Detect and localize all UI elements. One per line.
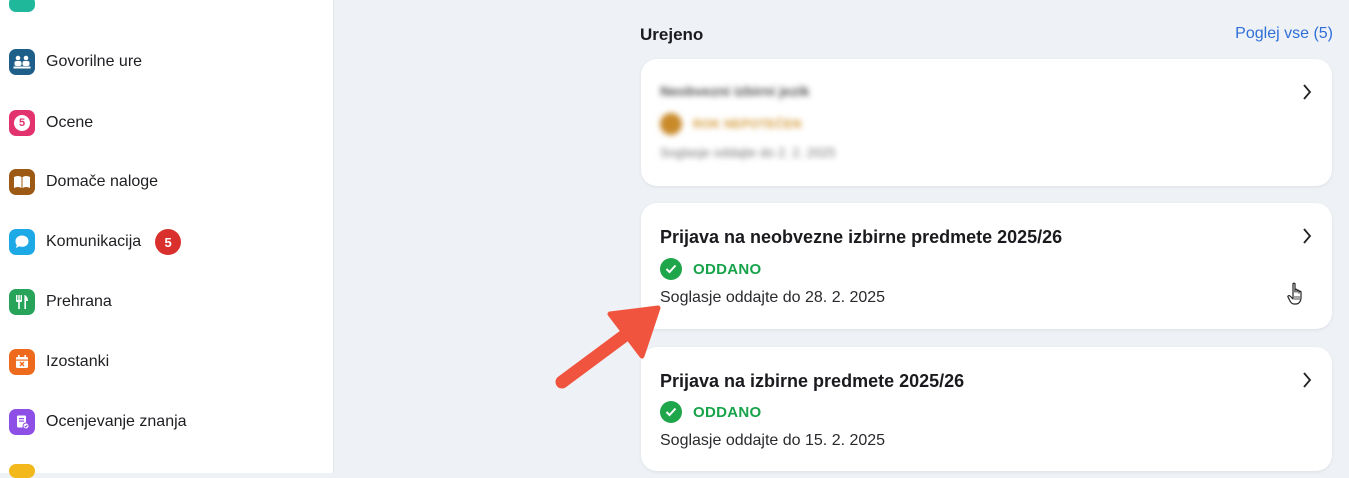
sidebar-item-komunikacija[interactable]: Komunikacija 5 — [9, 228, 182, 256]
consent-card[interactable]: Neobvezni izbirni jezik ROK NEPOTEČEN So… — [641, 59, 1332, 186]
book-icon — [9, 169, 35, 195]
card-deadline: Soglasje oddajte do 15. 2. 2025 — [660, 432, 886, 449]
grade-icon: 5 — [9, 110, 35, 136]
sidebar-item-label: Govorilne ure — [46, 53, 143, 70]
status-text: ODDANO — [693, 403, 762, 421]
consent-card[interactable]: Prijava na izbirne predmete 2025/26 ODDA… — [641, 347, 1332, 471]
sidebar-item-label: Domače naloge — [46, 173, 159, 190]
sidebar-item-govorilne-ure[interactable]: Govorilne ure — [9, 48, 142, 76]
card-title: Neobvezni izbirni jezik — [660, 83, 810, 99]
card-deadline: Soglasje oddajte do 2. 2. 2025 — [660, 145, 836, 160]
sidebar: Govorilne ure 5 Ocene Domače naloge Komu… — [0, 0, 334, 478]
card-deadline: Soglasje oddajte do 28. 2. 2025 — [660, 289, 886, 306]
chevron-right-icon — [1303, 84, 1312, 100]
calendar-x-icon — [9, 349, 35, 375]
sidebar-item-partial-bottom[interactable] — [9, 464, 35, 478]
status-icon — [660, 113, 682, 135]
hand-cursor-icon — [1287, 282, 1302, 305]
people-icon — [9, 49, 35, 75]
sidebar-item-label: Prehrana — [46, 293, 112, 310]
sidebar-item-izostanki[interactable]: Izostanki — [9, 348, 109, 376]
status-text: ODDANO — [693, 260, 762, 278]
card-status: ODDANO — [660, 401, 761, 423]
sidebar-item-label: Ocenjevanje znanja — [46, 413, 187, 430]
card-title: Prijava na izbirne predmete 2025/26 — [660, 371, 965, 391]
card-status: ROK NEPOTEČEN — [660, 113, 802, 135]
check-circle-icon — [660, 258, 682, 280]
sidebar-item-ocene[interactable]: 5 Ocene — [9, 109, 93, 137]
test-icon — [9, 409, 35, 435]
sidebar-item-label: Izostanki — [46, 353, 110, 370]
check-circle-icon — [660, 401, 682, 423]
grade-glyph: 5 — [14, 115, 30, 131]
chevron-right-icon — [1303, 228, 1312, 244]
card-title: Prijava na neobvezne izbirne predmete 20… — [660, 227, 1063, 247]
unread-badge: 5 — [155, 229, 182, 255]
sidebar-item-label: Komunikacija — [46, 233, 142, 250]
section-title: Urejeno — [640, 25, 704, 44]
sidebar-item-domace-naloge[interactable]: Domače naloge — [9, 168, 158, 196]
view-all-link[interactable]: Poglej vse (5) — [1235, 25, 1333, 43]
sidebar-item-partial-top[interactable] — [9, 0, 35, 12]
card-status: ODDANO — [660, 258, 761, 280]
consent-card[interactable]: Prijava na neobvezne izbirne predmete 20… — [641, 203, 1332, 329]
sidebar-item-prehrana[interactable]: Prehrana — [9, 288, 112, 316]
sidebar-item-label: Ocene — [46, 114, 94, 131]
status-text: ROK NEPOTEČEN — [693, 117, 802, 131]
annotation-arrow-icon — [555, 305, 661, 389]
chat-icon — [9, 229, 35, 255]
chevron-right-icon — [1303, 372, 1312, 388]
sidebar-item-ocenjevanje-znanja[interactable]: Ocenjevanje znanja — [9, 408, 187, 436]
cutlery-icon — [9, 289, 35, 315]
